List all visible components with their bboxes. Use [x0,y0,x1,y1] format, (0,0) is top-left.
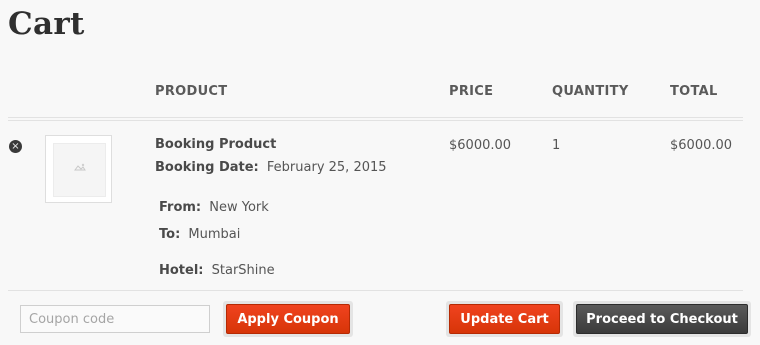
from-label: From: [159,200,202,215]
from-row: From: New York [159,200,269,215]
remove-item-icon[interactable]: × [9,140,22,153]
page-title: Cart [8,6,85,42]
header-divider-secondary [8,120,743,121]
thumbnail-placeholder [53,143,106,197]
update-cart-button[interactable]: Update Cart [449,304,560,334]
apply-coupon-button[interactable]: Apply Coupon [226,304,350,334]
booking-date-value: February 25, 2015 [266,160,387,175]
item-total: $6000.00 [670,138,733,153]
to-label: To: [159,227,181,242]
item-quantity[interactable]: 1 [552,138,560,153]
to-row: To: Mumbai [159,227,240,242]
header-total: TOTAL [670,84,718,99]
hotel-value: StarShine [211,263,275,278]
proceed-to-checkout-button-frame: Proceed to Checkout [573,301,751,337]
header-quantity: QUANTITY [552,84,629,99]
to-value: Mumbai [188,227,241,242]
booking-date-row: Booking Date: February 25, 2015 [155,160,387,175]
hotel-row: Hotel: StarShine [159,263,275,278]
image-placeholder-icon [74,163,86,171]
apply-coupon-button-frame: Apply Coupon [223,301,353,337]
item-price: $6000.00 [449,138,512,153]
from-value: New York [209,200,269,215]
actions-divider [8,290,743,291]
booking-date-label: Booking Date: [155,160,259,175]
header-price: PRICE [449,84,494,99]
coupon-code-input[interactable] [20,305,210,333]
header-divider [8,117,743,118]
header-product: PRODUCT [155,84,228,99]
product-name[interactable]: Booking Product [155,137,276,152]
proceed-to-checkout-button[interactable]: Proceed to Checkout [576,304,748,334]
product-thumbnail[interactable] [45,135,112,203]
hotel-label: Hotel: [159,263,204,278]
update-cart-button-frame: Update Cart [446,301,563,337]
